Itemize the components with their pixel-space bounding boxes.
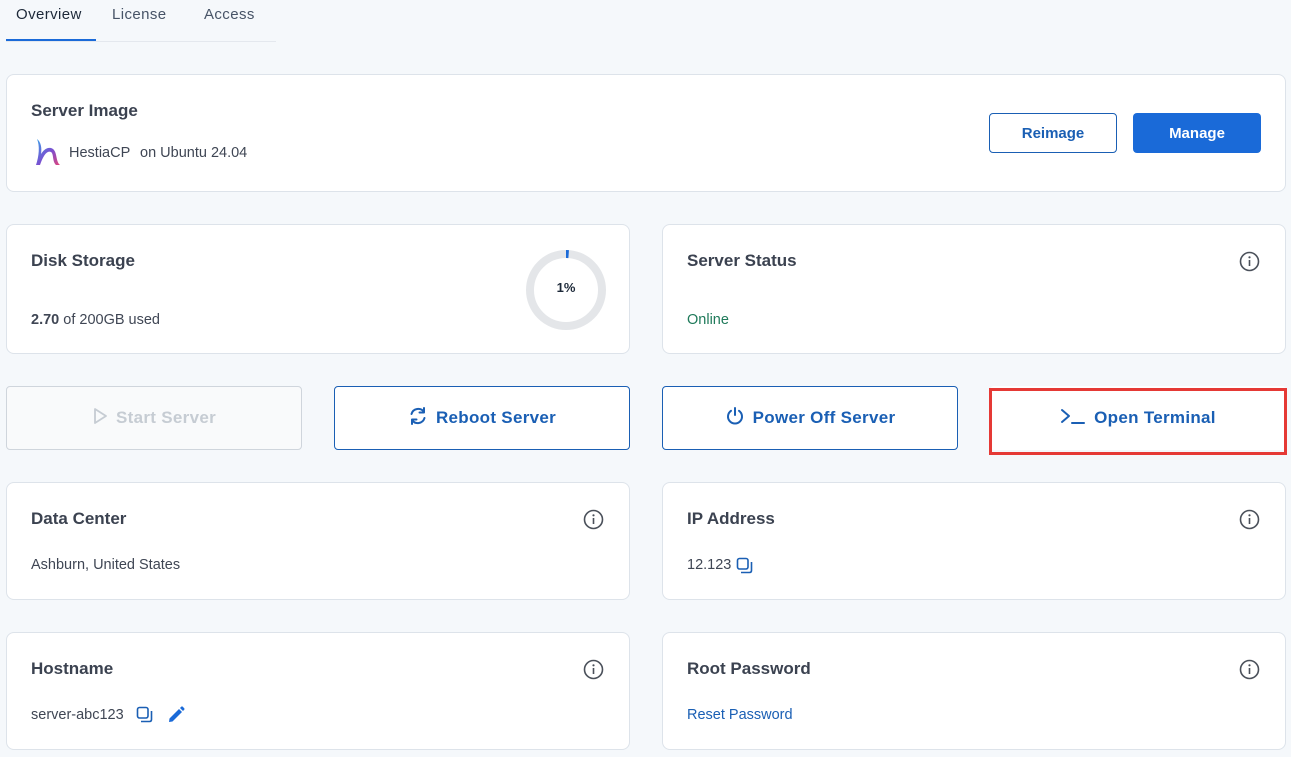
start-server-label: Start Server [116,408,216,427]
hostname-value: server-abc123 [31,707,124,723]
tab-overview[interactable]: Overview [16,6,82,23]
manage-button[interactable]: Manage [1133,113,1261,153]
server-status-card: Server Status Online [662,224,1286,354]
disk-storage-card: Disk Storage 2.70 of 200GB used 1% [6,224,630,354]
info-icon[interactable] [583,659,604,680]
power-off-server-label: Power Off Server [752,408,896,427]
tab-bar: Overview License Access [6,0,276,42]
ip-address-card: IP Address 12.123 [662,482,1286,600]
ip-address-title: IP Address [687,509,775,528]
power-off-server-button[interactable]: Power Off Server [662,386,958,450]
info-icon[interactable] [583,509,604,530]
server-status-title: Server Status [687,251,797,270]
reset-password-link[interactable]: Reset Password [687,707,793,723]
info-icon[interactable] [1239,251,1260,272]
reimage-button[interactable]: Reimage [989,113,1117,153]
disk-storage-title: Disk Storage [31,251,135,270]
pencil-icon[interactable] [167,706,185,729]
server-image-os: on Ubuntu 24.04 [140,145,248,161]
root-password-card: Root Password Reset Password [662,632,1286,750]
root-password-title: Root Password [687,659,811,678]
copy-icon[interactable] [736,557,753,579]
active-tab-indicator [6,39,96,41]
reboot-server-button[interactable]: Reboot Server [334,386,630,450]
disk-usage-ring: 1% [524,248,608,332]
disk-percent-label: 1% [556,280,576,295]
hostname-card: Hostname server-abc123 [6,632,630,750]
ip-address-value: 12.123 [687,557,732,573]
tab-access[interactable]: Access [204,6,255,23]
data-center-card: Data Center Ashburn, United States [6,482,630,600]
refresh-icon [408,406,428,431]
disk-used-value: 2.70 [31,312,60,328]
info-icon[interactable] [1239,509,1260,530]
play-icon [92,407,108,430]
disk-usage-text: 2.70 of 200GB used [31,312,160,328]
server-image-app-name: HestiaCP [69,145,131,161]
hostname-title: Hostname [31,659,114,678]
hestiacp-logo-icon [31,136,61,168]
data-center-value: Ashburn, United States [31,557,181,573]
tab-license[interactable]: License [112,6,167,23]
server-image-title: Server Image [31,101,138,120]
server-status-value: Online [687,312,729,328]
copy-icon[interactable] [136,706,153,728]
server-image-card: Server Image HestiaCP on Ubuntu 24.04 Re… [6,74,1286,192]
data-center-title: Data Center [31,509,127,528]
disk-capacity-text: of 200GB used [63,312,161,328]
info-icon[interactable] [1239,659,1260,680]
power-icon [725,406,745,431]
open-terminal-highlight [989,388,1287,455]
start-server-button[interactable]: Start Server [6,386,302,450]
reboot-server-label: Reboot Server [435,408,557,427]
